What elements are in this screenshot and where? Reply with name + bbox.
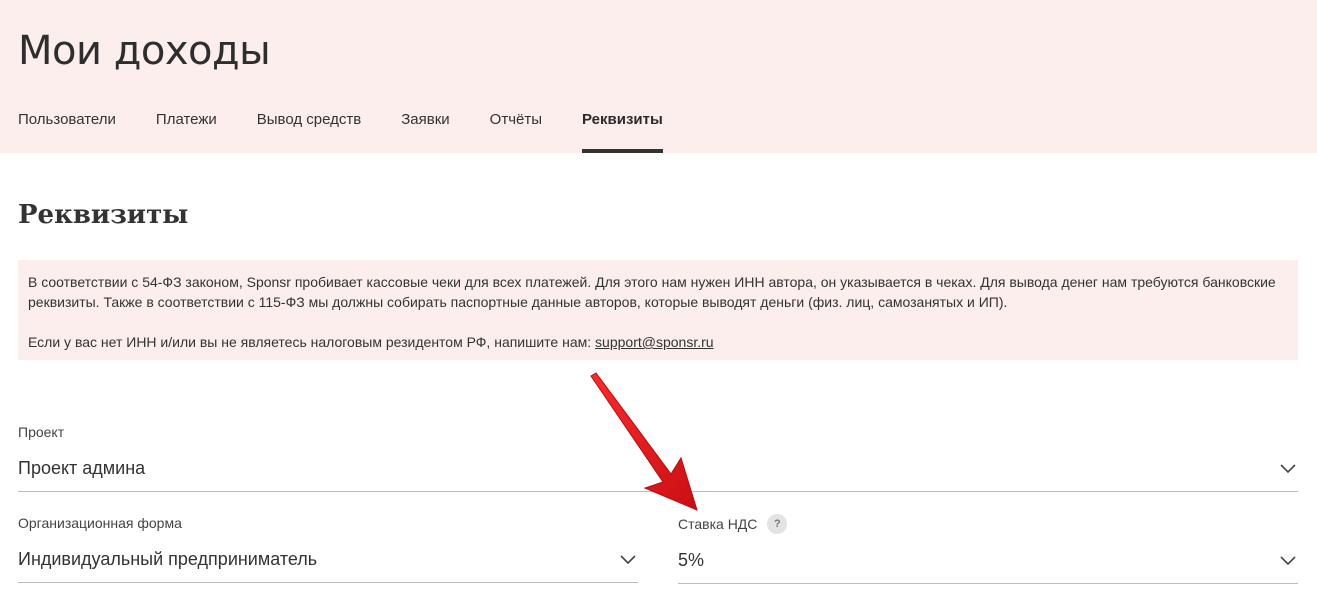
tab-requisites[interactable]: Реквизиты (582, 108, 663, 153)
vat-rate-select[interactable]: 5% (678, 546, 1298, 584)
vat-rate-label: Ставка НДС (678, 516, 758, 532)
tab-reports[interactable]: Отчёты (490, 108, 542, 153)
project-select[interactable]: Проект админа (18, 454, 1298, 492)
notice-paragraph: В соответствии с 54-ФЗ законом, Sponsr п… (28, 274, 1276, 310)
chevron-down-icon (1280, 463, 1296, 473)
support-email-link[interactable]: support@sponsr.ru (595, 334, 714, 350)
notice-contact-text: Если у вас нет ИНН и/или вы не являетесь… (28, 334, 596, 350)
page-title: Мои доходы (18, 28, 271, 74)
vat-rate-value: 5% (678, 550, 705, 570)
project-value: Проект админа (18, 458, 146, 478)
info-notice: В соответствии с 54-ФЗ законом, Sponsr п… (18, 260, 1298, 360)
vat-rate-label-row: Ставка НДС ? (678, 514, 1298, 534)
section-title: Реквизиты (18, 200, 189, 230)
tab-requests[interactable]: Заявки (401, 108, 449, 153)
org-form-label: Организационная форма (18, 515, 182, 531)
tab-payments[interactable]: Платежи (156, 108, 217, 153)
chevron-down-icon (1280, 555, 1296, 565)
project-label: Проект (18, 424, 65, 440)
org-form-field: Организационная форма Индивидуальный пре… (18, 515, 638, 583)
project-field: Проект Проект админа (18, 424, 1298, 492)
question-icon[interactable]: ? (767, 514, 788, 534)
tab-users[interactable]: Пользователи (18, 108, 116, 153)
page-header: Мои доходы Пользователи Платежи Вывод ср… (0, 0, 1317, 153)
org-form-select[interactable]: Индивидуальный предприниматель (18, 545, 638, 583)
tabs-nav: Пользователи Платежи Вывод средств Заявк… (18, 108, 703, 153)
vat-rate-field: Ставка НДС ? 5% (678, 514, 1298, 584)
chevron-down-icon (620, 554, 636, 564)
tab-withdrawal[interactable]: Вывод средств (257, 108, 361, 153)
notice-paragraph-contact: Если у вас нет ИНН и/или вы не являетесь… (28, 332, 1288, 352)
org-form-value: Индивидуальный предприниматель (18, 549, 318, 569)
